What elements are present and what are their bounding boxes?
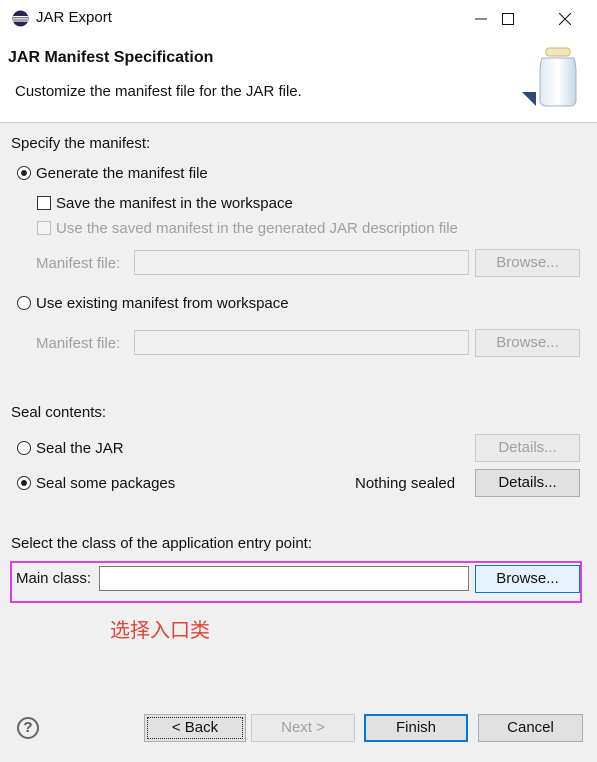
page-title: JAR Manifest Specification [8, 49, 214, 66]
seal-packages-details-button[interactable]: Details... [475, 469, 580, 497]
seal-jar-details-button[interactable]: Details... [475, 434, 580, 462]
maximize-button[interactable] [485, 0, 530, 38]
finish-button[interactable]: Finish [364, 714, 468, 742]
generate-manifest-radio[interactable] [17, 166, 31, 180]
cancel-button[interactable]: Cancel [478, 714, 583, 742]
use-saved-manifest-label: Use the saved manifest in the generated … [56, 220, 458, 237]
save-manifest-checkbox[interactable] [37, 196, 51, 210]
seal-jar-radio[interactable] [17, 441, 31, 455]
page-description: Customize the manifest file for the JAR … [15, 83, 302, 100]
existing-manifest-file-field[interactable] [134, 330, 469, 355]
jar-banner-icon [522, 47, 577, 107]
manifest-file-browse-button[interactable]: Browse... [475, 249, 580, 277]
entry-point-section-label: Select the class of the application entr… [11, 535, 313, 552]
use-existing-manifest-radio[interactable] [17, 296, 31, 310]
main-class-label: Main class: [16, 570, 92, 587]
manifest-file-label: Manifest file: [36, 255, 121, 272]
help-icon[interactable]: ? [17, 717, 39, 739]
use-existing-manifest-label[interactable]: Use existing manifest from workspace [36, 295, 289, 312]
generate-manifest-label[interactable]: Generate the manifest file [36, 165, 208, 182]
close-icon [558, 13, 571, 25]
main-class-browse-button[interactable]: Browse... [475, 565, 580, 593]
eclipse-app-icon [12, 10, 29, 27]
use-saved-manifest-checkbox[interactable] [37, 221, 51, 235]
seal-section-label: Seal contents: [11, 404, 107, 421]
seal-packages-label[interactable]: Seal some packages [36, 475, 175, 492]
seal-packages-radio[interactable] [17, 476, 31, 490]
existing-manifest-file-label: Manifest file: [36, 335, 121, 352]
manifest-section-label: Specify the manifest: [11, 135, 151, 152]
seal-status-text: Nothing sealed [355, 475, 456, 492]
back-button[interactable]: < Back [144, 714, 246, 742]
title-bar: JAR Export [0, 0, 597, 38]
maximize-icon [501, 13, 514, 25]
close-button[interactable] [542, 0, 587, 38]
annotation-text: 选择入口类 [110, 618, 210, 642]
manifest-file-field[interactable] [134, 250, 469, 275]
next-button[interactable]: Next > [251, 714, 355, 742]
existing-manifest-browse-button[interactable]: Browse... [475, 329, 580, 357]
window-title: JAR Export [36, 9, 112, 26]
wizard-header: JAR Manifest Specification Customize the… [0, 38, 597, 123]
seal-jar-label[interactable]: Seal the JAR [36, 440, 124, 457]
main-class-input[interactable] [99, 566, 469, 591]
save-manifest-label[interactable]: Save the manifest in the workspace [56, 195, 293, 212]
